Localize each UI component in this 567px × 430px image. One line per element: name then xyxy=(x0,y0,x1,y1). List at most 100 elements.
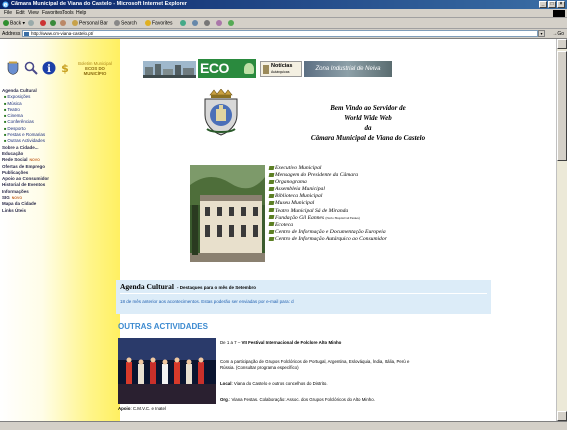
go-button[interactable]: →Go xyxy=(552,31,564,37)
boletim-municipal-logo[interactable]: Boletim Municipal ECOS DO MUNICÍPIO xyxy=(78,61,112,76)
sidebar-item-label: Mapa da Cidade xyxy=(2,201,37,207)
sidebar-item-label: Exposições xyxy=(7,94,31,100)
scroll-up-arrow-icon[interactable] xyxy=(557,39,567,49)
history-button[interactable] xyxy=(180,20,187,27)
address-input[interactable]: http://www.cm-viana-castelo.pt/ xyxy=(22,30,538,37)
search-button[interactable]: Search xyxy=(114,20,137,27)
personal-bar-button[interactable]: Personal Bar xyxy=(72,20,108,27)
svg-text:$: $ xyxy=(61,62,69,75)
forward-button[interactable] xyxy=(28,20,35,27)
welcome-message: Bem Vindo ao Servidor de World Wide Web … xyxy=(310,104,426,142)
windows-flag-icon xyxy=(553,10,565,17)
page-icon xyxy=(24,32,29,36)
home-icon xyxy=(60,20,66,26)
toolbar: Back ▾ Personal Bar Search Favorites xyxy=(0,18,567,29)
messenger-icon xyxy=(228,20,234,26)
institution-link[interactable]: Organograma xyxy=(268,179,387,186)
messenger-button[interactable] xyxy=(228,20,235,27)
status-bar xyxy=(0,421,567,430)
eco-banner[interactable]: ECO xyxy=(198,59,256,78)
sidebar-item-label: Festas e Romarias xyxy=(7,132,46,138)
event-description: Com a participação de Grupos Folclóricos… xyxy=(220,359,410,370)
institution-link[interactable]: Mensagem do Presidente da Câmara xyxy=(268,172,387,179)
link-bullet-icon xyxy=(268,165,275,170)
sidebar-item-label: Apoio ao Consumidor xyxy=(2,176,49,182)
sidebar-item-label: Agenda Cultural xyxy=(2,88,37,93)
edit-icon xyxy=(216,20,222,26)
leaf-icon xyxy=(244,63,254,74)
scroll-thumb[interactable] xyxy=(557,51,567,161)
ie-logo-icon: e xyxy=(2,1,9,8)
sidebar-item-label: Teatro xyxy=(7,106,20,112)
stop-button[interactable] xyxy=(40,20,47,27)
link-bullet-icon xyxy=(268,187,275,191)
back-arrow-icon xyxy=(3,20,9,26)
agenda-divider xyxy=(120,293,487,294)
scroll-down-arrow-icon[interactable] xyxy=(557,411,567,421)
search-icon xyxy=(114,20,120,26)
menu-help[interactable]: Help xyxy=(76,10,86,16)
euro-icon[interactable]: $ xyxy=(60,61,70,75)
window-title: Câmara Municipal de Viana do Castelo - M… xyxy=(11,1,187,7)
institution-link[interactable]: Biblioteca Municipal xyxy=(268,193,387,200)
mail-button[interactable] xyxy=(192,20,199,27)
sidebar-item-label: Publicações xyxy=(2,169,29,175)
info-icon[interactable]: i xyxy=(42,61,56,75)
back-button[interactable]: Back ▾ xyxy=(3,20,25,27)
town-hall-photo xyxy=(190,165,265,262)
menu-tools[interactable]: Tools xyxy=(62,10,74,16)
city-skyline-banner[interactable] xyxy=(143,61,196,78)
institution-link[interactable]: Ecoteca xyxy=(268,222,387,229)
address-dropdown-icon[interactable]: ▾ xyxy=(538,30,545,37)
favorites-button[interactable]: Favorites xyxy=(145,20,173,27)
institution-link[interactable]: Centro de Informação Autárquico ao Consu… xyxy=(268,236,387,243)
menu-file[interactable]: File xyxy=(4,10,12,16)
zona-industrial-banner[interactable]: Zona Industrial de Neiva xyxy=(304,61,392,77)
close-button[interactable]: × xyxy=(557,1,565,8)
link-bullet-icon xyxy=(268,194,275,199)
history-icon xyxy=(180,20,186,26)
event-title-line: De 1 a 7 – VII Festival Internacional de… xyxy=(220,340,342,345)
vertical-scrollbar[interactable] xyxy=(556,39,567,421)
noticias-banner[interactable]: Notícias Autárquicas xyxy=(260,61,302,77)
event-support: Apoio: C.M.V.C. e Inatel xyxy=(118,406,166,411)
folklore-festival-photo xyxy=(118,338,216,404)
link-bullet-icon xyxy=(268,208,275,213)
link-bullet-icon xyxy=(268,229,275,234)
institution-link[interactable]: Museu Municipal xyxy=(268,200,387,207)
institution-link[interactable]: Assembleia Municipal xyxy=(268,186,387,193)
coat-of-arms-icon[interactable] xyxy=(6,61,20,75)
maximize-button[interactable]: □ xyxy=(548,1,556,8)
minimize-button[interactable]: _ xyxy=(539,1,547,8)
address-label: Address xyxy=(2,31,21,37)
home-button[interactable] xyxy=(60,20,67,27)
link-bullet-icon xyxy=(268,215,275,220)
institution-link[interactable]: Centro de Informação e Documentação Euro… xyxy=(268,229,387,236)
menu-favorites[interactable]: Favorites xyxy=(42,10,63,16)
print-button[interactable] xyxy=(204,20,211,27)
sidebar-item-label: Outras Actividades xyxy=(7,138,45,144)
agenda-text: 18 de mês anterior aos acontecimentos. E… xyxy=(120,299,294,304)
institution-link[interactable]: Teatro Municipal Sá de Miranda xyxy=(268,208,387,215)
agenda-cultural-box: Agenda Cultural - Destaques para o mês de… xyxy=(116,280,491,314)
mail-icon xyxy=(192,20,198,26)
institution-link[interactable]: Executivo Municipal xyxy=(268,165,387,172)
sidebar-item-label: Historial de Eventos xyxy=(2,182,46,188)
outras-actividades-heading: OUTRAS ACTIVIDADES xyxy=(118,322,208,331)
agenda-subtitle: - Destaques para o mês de Setembro xyxy=(176,285,256,290)
menu-edit[interactable]: Edit xyxy=(16,10,25,16)
event-title[interactable]: VII Festival Internacional de Folclore A… xyxy=(242,340,342,345)
agenda-title[interactable]: Agenda Cultural xyxy=(120,282,174,291)
menu-bar: File Edit View Favorites Tools Help xyxy=(0,9,567,18)
refresh-button[interactable] xyxy=(50,20,57,27)
edit-button[interactable] xyxy=(216,20,223,27)
menu-view[interactable]: View xyxy=(28,10,39,16)
sidebar-item-label: Cinema xyxy=(7,113,23,119)
link-bullet-icon xyxy=(268,236,275,241)
new-badge: NOVO xyxy=(11,196,23,201)
event-organizer: Org.: Viana Festas. Colaboração: Assoc. … xyxy=(220,397,375,402)
title-bar: e Câmara Municipal de Viana do Castelo -… xyxy=(0,0,567,9)
institution-link[interactable]: Fundação Gil Eannes (Navio Hospital Gil … xyxy=(268,215,387,222)
search-magnifier-icon[interactable] xyxy=(24,61,38,75)
sidebar-item[interactable]: Links Úteis xyxy=(2,208,117,214)
